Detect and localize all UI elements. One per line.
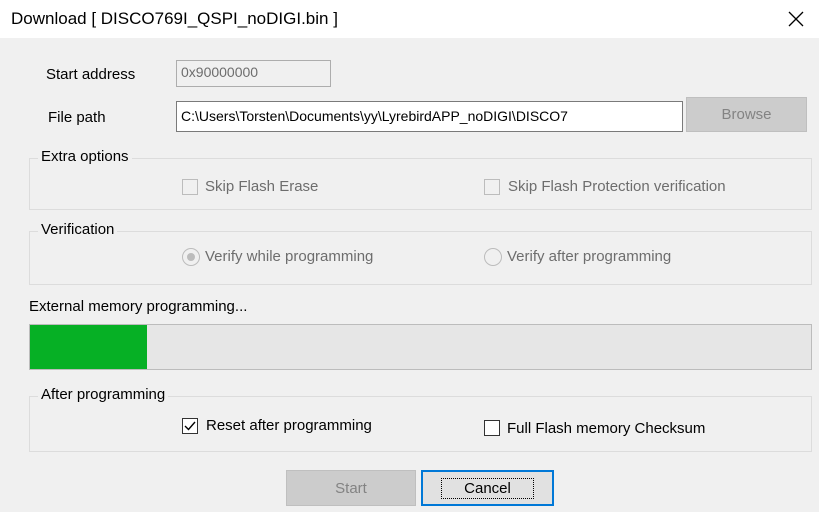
close-icon [788,11,804,27]
skip-flash-erase-label: Skip Flash Erase [205,178,319,195]
radio-selected-dot [187,253,195,261]
close-button[interactable] [773,0,819,38]
progress-bar-fill [30,325,148,369]
progress-bar [29,324,812,370]
start-button: Start [286,470,416,506]
cancel-button[interactable]: Cancel [421,470,554,506]
skip-flash-protection-label: Skip Flash Protection verification [508,178,726,195]
skip-flash-erase-checkbox [182,179,198,195]
file-path-field[interactable]: C:\Users\Torsten\Documents\yy\LyrebirdAP… [176,101,683,132]
skip-flash-protection-checkbox [484,179,500,195]
start-address-label: Start address [46,66,136,83]
verification-group [29,231,812,285]
browse-button: Browse [686,97,807,132]
full-flash-checksum-label: Full Flash memory Checksum [507,420,706,437]
window-title: Download [ DISCO769I_QSPI_noDIGI.bin ] [11,9,338,28]
verify-while-radio [182,248,200,266]
full-flash-checksum-checkbox[interactable] [484,420,500,436]
reset-after-programming-checkbox[interactable] [182,418,198,434]
cancel-button-label: Cancel [441,477,534,499]
verification-title: Verification [38,221,118,238]
verify-after-label: Verify after programming [507,248,672,265]
verify-after-radio [484,248,502,266]
checkmark-icon [184,421,196,431]
after-programming-title: After programming [38,386,169,403]
reset-after-programming-label: Reset after programming [206,417,372,434]
extra-options-title: Extra options [38,148,132,165]
verify-while-label: Verify while programming [205,248,374,265]
progress-status-text: External memory programming... [29,298,248,315]
title-bar: Download [ DISCO769I_QSPI_noDIGI.bin ] [0,0,819,38]
file-path-label: File path [48,109,106,126]
start-address-field: 0x90000000 [176,60,331,87]
